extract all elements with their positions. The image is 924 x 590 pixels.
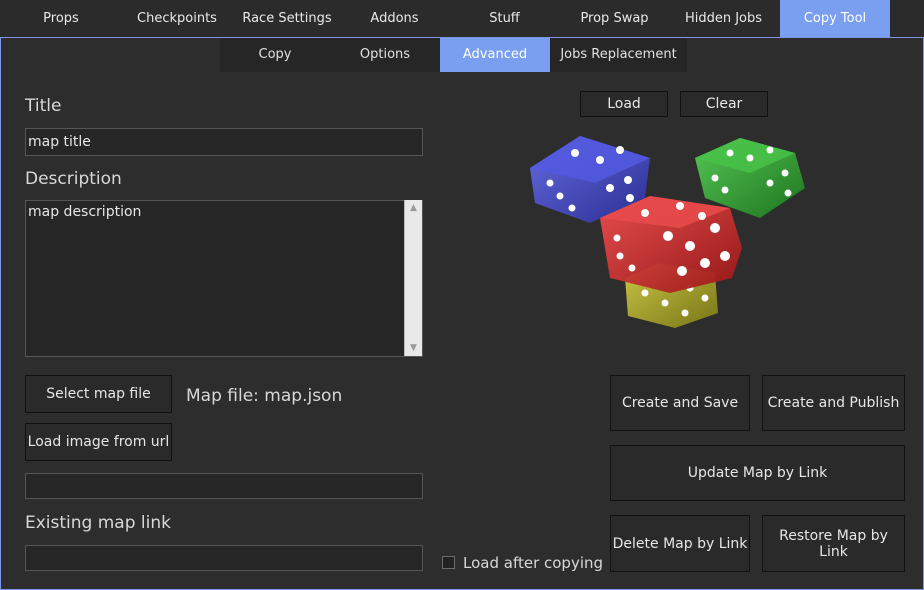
select-map-file-button[interactable]: Select map file <box>25 375 172 413</box>
image-url-input[interactable] <box>25 473 423 499</box>
scroll-up-icon[interactable]: ▲ <box>405 203 422 213</box>
create-and-publish-button[interactable]: Create and Publish <box>762 375 905 431</box>
sub-tab-bar: Copy Options Advanced Jobs Replacement <box>220 38 687 72</box>
existing-map-link-label: Existing map link <box>25 513 171 533</box>
description-scrollbar[interactable]: ▲ ▼ <box>404 200 422 356</box>
scroll-down-icon[interactable]: ▼ <box>405 343 422 353</box>
subtab-jobs-replacement[interactable]: Jobs Replacement <box>550 38 687 72</box>
tab-stuff[interactable]: Stuff <box>447 0 562 37</box>
tab-race-settings[interactable]: Race Settings <box>232 0 342 37</box>
title-input[interactable] <box>25 128 423 156</box>
tab-copy-tool[interactable]: Copy Tool <box>780 0 890 37</box>
load-button[interactable]: Load <box>580 91 668 117</box>
load-after-copying-label: Load after copying <box>463 554 604 572</box>
existing-map-link-input[interactable] <box>25 545 423 571</box>
restore-map-by-link-button[interactable]: Restore Map by Link <box>762 515 905 572</box>
tab-prop-swap[interactable]: Prop Swap <box>562 0 667 37</box>
tab-props[interactable]: Props <box>0 0 122 37</box>
tab-hidden-jobs[interactable]: Hidden Jobs <box>667 0 780 37</box>
load-image-from-url-button[interactable]: Load image from url <box>25 423 172 461</box>
create-and-save-button[interactable]: Create and Save <box>610 375 750 431</box>
subtab-options[interactable]: Options <box>330 38 440 72</box>
load-after-copying-checkbox[interactable] <box>442 556 455 569</box>
tab-checkpoints[interactable]: Checkpoints <box>122 0 232 37</box>
delete-map-by-link-button[interactable]: Delete Map by Link <box>610 515 750 572</box>
clear-button[interactable]: Clear <box>680 91 768 117</box>
description-label: Description <box>25 169 122 189</box>
dice-image <box>530 136 805 328</box>
subtab-copy[interactable]: Copy <box>220 38 330 72</box>
subtab-advanced[interactable]: Advanced <box>440 38 550 72</box>
update-map-by-link-button[interactable]: Update Map by Link <box>610 445 905 501</box>
map-file-text: Map file: map.json <box>186 386 343 406</box>
tab-addons[interactable]: Addons <box>342 0 447 37</box>
top-tab-bar: Props Checkpoints Race Settings Addons S… <box>0 0 924 37</box>
description-textarea[interactable]: map description <box>25 200 423 357</box>
title-label: Title <box>25 96 62 116</box>
red-die-icon <box>600 196 742 293</box>
